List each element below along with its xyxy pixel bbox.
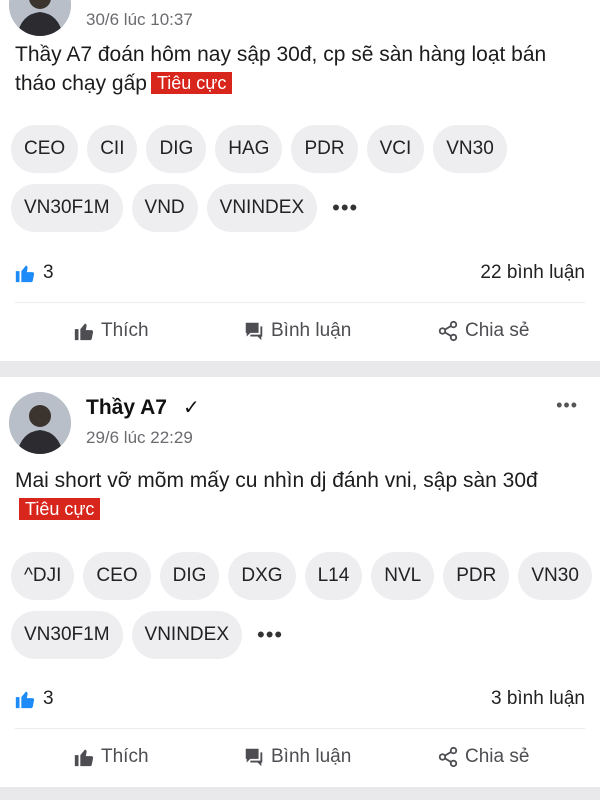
ticker-tag[interactable]: NVL (371, 552, 435, 600)
share-button[interactable]: Chia sẻ (437, 746, 529, 768)
author-avatar[interactable] (9, 0, 71, 36)
sentiment-badge: Tiêu cực (150, 72, 233, 94)
sentiment-badge: Tiêu cực (19, 498, 101, 520)
post-timestamp: 30/6 lúc 10:37 (86, 10, 193, 29)
like-button[interactable]: Thích (73, 320, 149, 342)
ticker-tag[interactable]: VN30 (518, 552, 592, 600)
post-content: Thầy A7 đoán hôm nay sập 30đ, cp sẽ sàn … (15, 40, 585, 98)
thumbs-up-icon (15, 691, 35, 709)
share-label: Chia sẻ (465, 320, 530, 341)
ticker-tag[interactable]: PDR (443, 552, 510, 600)
thumbs-up-outline-icon (74, 749, 94, 767)
tag-row: ^DJI CEO DIG DXG L14 NVL PDR VN30 (11, 552, 592, 600)
post-card: 30/6 lúc 10:37 Thầy A7 đoán hôm nay sập … (0, 0, 600, 362)
ticker-tag[interactable]: PDR (291, 125, 358, 173)
comment-count[interactable]: 22 bình luận (480, 262, 585, 284)
comment-label: Bình luận (271, 320, 352, 341)
verified-check-icon: ✓ (183, 397, 200, 419)
like-count[interactable]: 3 (14, 688, 54, 710)
divider (15, 302, 585, 303)
post-timestamp: 29/6 lúc 22:29 (86, 428, 193, 447)
post-card: Thầy A7 ✓ 29/6 lúc 22:29 ••• Mai short v… (0, 378, 600, 788)
like-label: Thích (101, 746, 149, 767)
ticker-tags: CEO CII DIG HAG PDR VCI VN30 VN30F1M VND… (11, 125, 591, 243)
ticker-tag[interactable]: DIG (146, 125, 207, 173)
ticker-tag[interactable]: DXG (228, 552, 296, 600)
ticker-tag[interactable]: L14 (304, 552, 363, 600)
like-label: Thích (101, 320, 149, 341)
ticker-tag[interactable]: VNINDEX (131, 611, 242, 659)
like-count[interactable]: 3 (14, 262, 54, 284)
like-number: 3 (43, 688, 54, 709)
share-icon (438, 320, 458, 342)
author-avatar[interactable] (9, 392, 71, 454)
more-tags-button[interactable]: ••• (257, 622, 283, 648)
ticker-tag[interactable]: VND (131, 184, 198, 232)
post-stats: 3 22 bình luận (0, 260, 600, 290)
action-bar: Thích Bình luận Chia sẻ (0, 320, 600, 360)
thumbs-up-outline-icon (74, 323, 94, 341)
ticker-tag[interactable]: VN30F1M (11, 611, 123, 659)
thumbs-up-icon (15, 265, 35, 283)
share-label: Chia sẻ (465, 746, 530, 767)
ticker-tag[interactable]: VNINDEX (206, 184, 318, 232)
ticker-tag[interactable]: ^DJI (11, 552, 75, 600)
post-text: Mai short vỡ mõm mấy cu nhìn dj đánh vni… (15, 469, 538, 492)
post-separator (0, 787, 600, 800)
more-options-button[interactable]: ••• (556, 396, 578, 414)
post-separator (0, 361, 600, 377)
ticker-tag[interactable]: CEO (11, 125, 79, 173)
tag-row: VN30F1M VND VNINDEX ••• (11, 184, 591, 232)
share-button[interactable]: Chia sẻ (437, 320, 529, 342)
comment-bubble-icon (245, 748, 263, 767)
ticker-tag[interactable]: CEO (83, 552, 151, 600)
like-button[interactable]: Thích (73, 746, 149, 768)
comment-button[interactable]: Bình luận (243, 320, 351, 342)
divider (15, 728, 585, 729)
ticker-tag[interactable]: VCI (366, 125, 425, 173)
more-tags-button[interactable]: ••• (332, 195, 358, 221)
ticker-tags: ^DJI CEO DIG DXG L14 NVL PDR VN30 VN30F1… (11, 552, 592, 670)
author-name[interactable]: Thầy A7 (86, 396, 167, 420)
ticker-tag[interactable]: DIG (159, 552, 220, 600)
ticker-tag[interactable]: VN30 (433, 125, 507, 173)
ticker-tag[interactable]: HAG (215, 125, 283, 173)
comment-count[interactable]: 3 bình luận (491, 688, 585, 710)
share-icon (438, 746, 458, 768)
ticker-tag[interactable]: VN30F1M (11, 184, 123, 232)
comment-button[interactable]: Bình luận (243, 746, 351, 768)
post-text: Thầy A7 đoán hôm nay sập 30đ, cp sẽ sàn … (15, 43, 547, 95)
tag-row: VN30F1M VNINDEX ••• (11, 611, 591, 659)
post-content: Mai short vỡ mõm mấy cu nhìn dj đánh vni… (15, 466, 585, 524)
like-number: 3 (43, 262, 54, 283)
action-bar: Thích Bình luận Chia sẻ (0, 746, 600, 786)
post-header: Thầy A7 ✓ 29/6 lúc 22:29 ••• (0, 378, 600, 478)
ticker-tag[interactable]: CII (87, 125, 138, 173)
comment-label: Bình luận (271, 746, 352, 767)
comment-bubble-icon (245, 322, 263, 341)
tag-row: CEO CII DIG HAG PDR VCI VN30 (11, 125, 591, 173)
post-stats: 3 3 bình luận (0, 686, 600, 716)
